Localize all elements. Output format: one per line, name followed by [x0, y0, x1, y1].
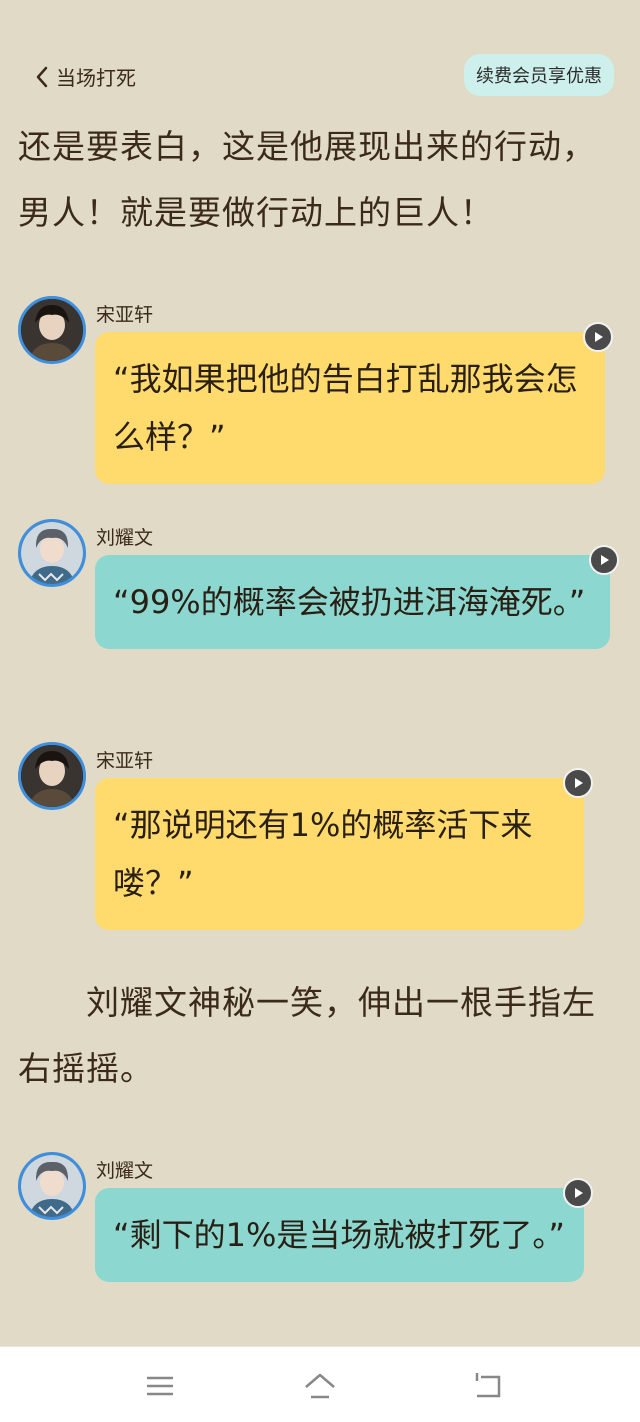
- nav-menu-button[interactable]: [143, 1369, 177, 1403]
- speaker-name: 宋亚轩: [96, 304, 154, 326]
- narration-paragraph: 刘耀文神秘一笑，伸出一根手指左右摇摇。: [18, 983, 596, 1088]
- speech-bubble: “99%的概率会被扔进洱海淹死。”: [95, 555, 610, 649]
- system-navigation-bar: [0, 1346, 640, 1422]
- play-audio-button[interactable]: [589, 545, 619, 575]
- back-icon: [475, 1373, 501, 1398]
- chapter-title: 当场打死: [56, 66, 136, 90]
- nav-home-button[interactable]: [303, 1369, 337, 1403]
- avatar[interactable]: [18, 742, 86, 810]
- avatar[interactable]: [18, 1152, 86, 1220]
- avatar[interactable]: [18, 296, 86, 364]
- speaker-name: 宋亚轩: [96, 750, 154, 772]
- narration-paragraph: 还是要表白，这是他展现出来的行动，男人！就是要做行动上的巨人！: [18, 127, 596, 232]
- chevron-left-icon: [36, 66, 48, 87]
- home-icon: [305, 1373, 335, 1399]
- play-icon: [575, 778, 583, 788]
- avatar[interactable]: [18, 519, 86, 587]
- vip-renew-button[interactable]: 续费会员享优惠: [464, 54, 614, 96]
- speaker-name: 刘耀文: [96, 527, 154, 549]
- play-audio-button[interactable]: [563, 1178, 593, 1208]
- speaker-name: 刘耀文: [96, 1160, 154, 1182]
- play-icon: [575, 1188, 583, 1198]
- play-icon: [595, 332, 603, 342]
- reader-header: 当场打死 续费会员享优惠: [0, 48, 640, 104]
- menu-icon: [147, 1376, 173, 1396]
- play-icon: [601, 555, 609, 565]
- speech-bubble: “剩下的1%是当场就被打死了。”: [95, 1188, 584, 1282]
- play-audio-button[interactable]: [583, 322, 613, 352]
- nav-back-button[interactable]: [471, 1369, 505, 1403]
- play-audio-button[interactable]: [563, 768, 593, 798]
- speech-bubble: “我如果把他的告白打乱那我会怎么样？”: [95, 332, 605, 484]
- speech-bubble: “那说明还有1%的概率活下来喽？”: [95, 778, 584, 930]
- back-button[interactable]: 当场打死: [34, 62, 136, 91]
